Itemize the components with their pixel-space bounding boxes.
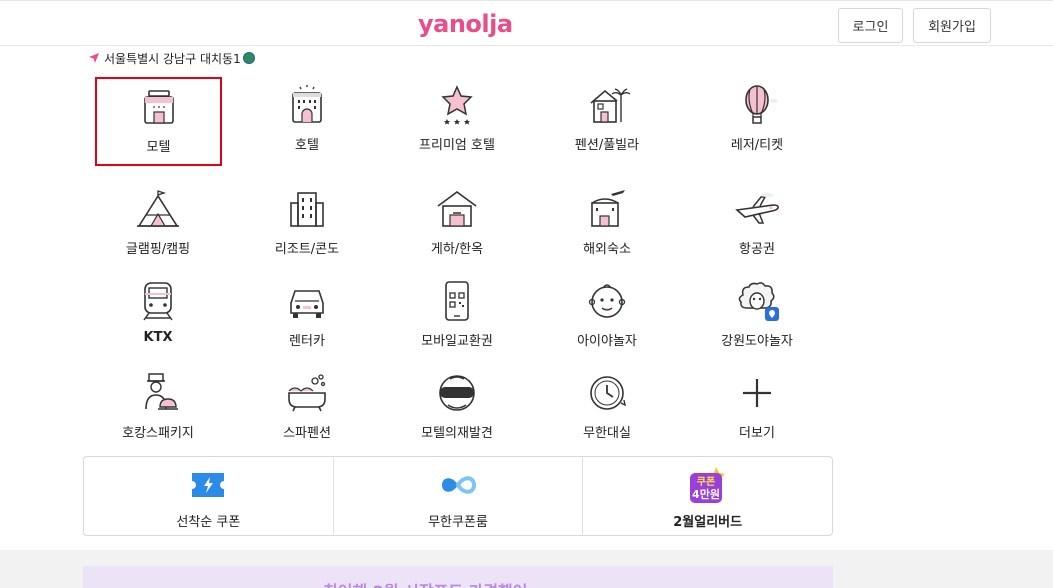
- signup-button[interactable]: 회원가입: [913, 8, 991, 43]
- bathtub-icon: [283, 369, 331, 417]
- guesthouse-icon: [433, 185, 481, 233]
- category-sheep[interactable]: 강원도야놀자: [694, 273, 820, 353]
- promo-bar: 선착순 쿠폰 무한쿠폰룸 쿠폰 4만원 2월얼리버드: [83, 456, 833, 536]
- yanolja-logo[interactable]: yanolja: [418, 10, 513, 38]
- car-icon: [283, 277, 331, 325]
- pension-icon: [583, 81, 631, 129]
- location-arrow-icon: [89, 53, 99, 63]
- category-plus[interactable]: 더보기: [694, 365, 820, 445]
- tent-icon: [134, 185, 182, 233]
- login-button[interactable]: 로그인: [838, 8, 903, 43]
- category-overseas[interactable]: 해외숙소: [544, 181, 670, 261]
- category-label: 모텔: [146, 140, 171, 155]
- category-clock[interactable]: 무한대실: [544, 365, 670, 445]
- category-mobile-voucher[interactable]: 모바일교환권: [394, 273, 520, 353]
- clock-icon: [583, 369, 631, 417]
- category-label: 스파펜션: [283, 426, 331, 441]
- category-label: 글램핑/캠핑: [125, 242, 191, 257]
- hotel-icon: [283, 81, 331, 129]
- category-train[interactable]: KTX: [95, 273, 221, 353]
- current-location[interactable]: 서울특별시 강남구 대치동1: [88, 50, 255, 66]
- promo-february-earlybird[interactable]: 쿠폰 4만원 2월얼리버드: [583, 457, 832, 535]
- category-label: 강원도야놀자: [721, 334, 793, 349]
- category-vr[interactable]: 모텔의재발견: [394, 365, 520, 445]
- category-bellboy[interactable]: 호캉스패키지: [95, 365, 221, 445]
- promo-label: 선착순 쿠폰: [176, 515, 241, 530]
- promo-label: 무한쿠폰룸: [428, 515, 488, 530]
- badge-line1: 쿠폰: [696, 476, 714, 488]
- category-label: 리조트/콘도: [274, 242, 340, 257]
- vr-icon: [433, 369, 481, 417]
- category-label: 호캉스패키지: [122, 426, 194, 441]
- promo-label: 2월얼리버드: [673, 515, 743, 530]
- globe-icon: [242, 52, 255, 64]
- infinity-icon: [442, 476, 477, 494]
- train-icon: [134, 277, 182, 325]
- category-label: 레저/티켓: [730, 138, 784, 153]
- category-label: 무한대실: [583, 426, 631, 441]
- category-tent[interactable]: 글램핑/캠핑: [95, 181, 221, 261]
- category-label: 더보기: [739, 426, 775, 441]
- category-label: 렌터카: [289, 334, 325, 349]
- category-label: 모텔의재발견: [421, 426, 493, 441]
- coupon-ticket-icon: [192, 473, 225, 497]
- category-label: 아이야놀자: [577, 334, 637, 349]
- category-pension[interactable]: 펜션/풀빌라: [544, 77, 670, 157]
- category-label: 호텔: [295, 138, 319, 153]
- category-airplane[interactable]: 항공권: [694, 181, 820, 261]
- category-motel[interactable]: 모텔: [95, 77, 222, 166]
- resort-icon: [283, 185, 331, 233]
- airplane-icon: [733, 185, 781, 233]
- category-baby[interactable]: 아이야놀자: [544, 273, 670, 353]
- category-label: 프리미엄 호텔: [419, 138, 495, 153]
- coupon-badge-icon: 쿠폰 4만원: [689, 467, 725, 503]
- overseas-icon: [583, 185, 631, 233]
- category-label: 항공권: [739, 242, 775, 257]
- banner-text: 최이해 2월 시작포트 가격했어: [323, 578, 527, 588]
- category-hotel[interactable]: 호텔: [244, 77, 370, 157]
- category-label: 모바일교환권: [421, 334, 493, 349]
- header: yanolja 로그인 회원가입: [0, 6, 1053, 46]
- category-car[interactable]: 렌터카: [244, 273, 370, 353]
- category-label: 해외숙소: [583, 242, 631, 257]
- baby-icon: [583, 277, 631, 325]
- mobile-voucher-icon: [433, 277, 481, 325]
- event-banner[interactable]: 최이해 2월 시작포트 가격했어: [83, 566, 833, 588]
- category-bathtub[interactable]: 스파펜션: [244, 365, 370, 445]
- promo-first-come-coupon[interactable]: 선착순 쿠폰: [84, 457, 334, 535]
- promo-infinite-coupon-room[interactable]: 무한쿠폰룸: [334, 457, 584, 535]
- category-label: 펜션/풀빌라: [574, 138, 640, 153]
- plus-icon: [733, 369, 781, 417]
- category-label: 게하/한옥: [430, 242, 484, 257]
- category-premium-hotel[interactable]: 프리미엄 호텔: [394, 77, 520, 157]
- bellboy-icon: [134, 369, 182, 417]
- category-balloon[interactable]: 레저/티켓: [694, 77, 820, 157]
- location-text: 서울특별시 강남구 대치동1: [104, 51, 241, 66]
- category-resort[interactable]: 리조트/콘도: [244, 181, 370, 261]
- category-label: KTX: [143, 330, 173, 345]
- category-guesthouse[interactable]: 게하/한옥: [394, 181, 520, 261]
- balloon-icon: [733, 81, 781, 129]
- motel-icon: [135, 83, 183, 131]
- badge-line2: 4만원: [692, 487, 720, 501]
- sheep-icon: [733, 277, 781, 325]
- premium-hotel-icon: [433, 81, 481, 129]
